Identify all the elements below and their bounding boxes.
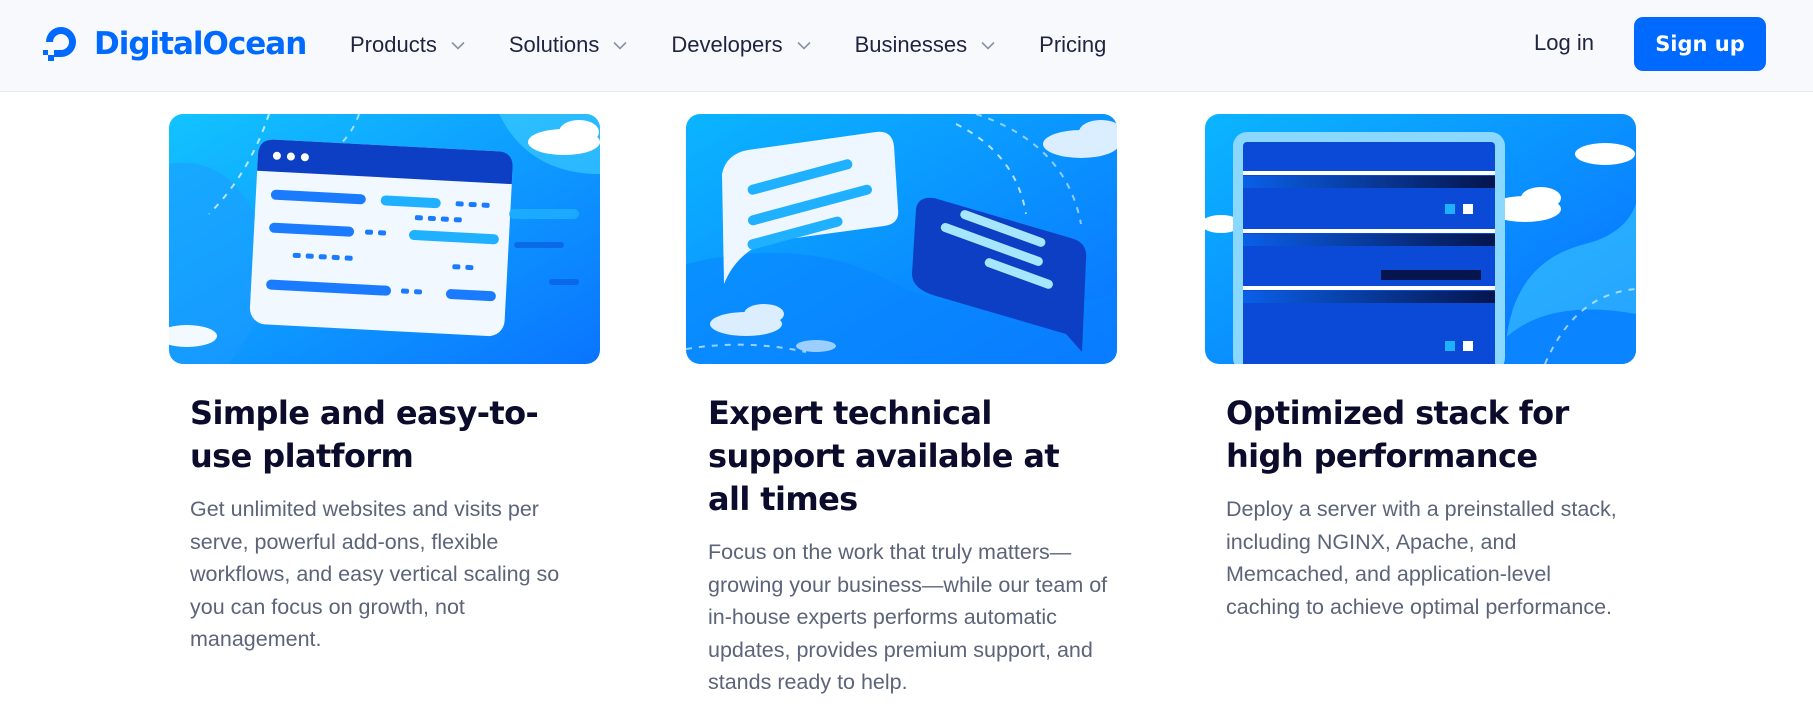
nav-item-label: Pricing: [1039, 32, 1107, 57]
brand-name: DigitalOcean: [94, 26, 307, 62]
feature-illustration-browser-window: [169, 114, 600, 364]
feature-illustration-server-rack: [1205, 114, 1636, 364]
chevron-down-icon: [451, 41, 465, 50]
chevron-down-icon: [613, 41, 627, 50]
chevron-down-icon: [981, 41, 995, 50]
feature-description-platform: Get unlimited websites and visits per se…: [190, 497, 560, 651]
feature-title-support: Expert technical support available at al…: [708, 394, 1060, 518]
feature-title-performance: Optimized stack for high performance: [1226, 394, 1569, 475]
nav-item-solutions[interactable]: Solutions: [509, 32, 628, 58]
digitalocean-logo-icon: [43, 27, 76, 61]
feature-illustration-chat-bubbles: [686, 114, 1117, 364]
nav-item-label: Solutions: [508, 32, 600, 57]
brand-logo[interactable]: DigitalOcean: [38, 20, 307, 68]
top-navbar: DigitalOcean Products Solutions Develope…: [0, 0, 1813, 92]
feature-title-platform: Simple and easy-to-use platform: [190, 394, 539, 475]
nav-item-businesses[interactable]: Businesses: [855, 32, 996, 58]
nav-item-label: Developers: [671, 32, 783, 57]
nav-item-developers[interactable]: Developers: [671, 32, 811, 58]
main-nav: Products Solutions Developers Businesses…: [350, 0, 1150, 90]
nav-item-label: Businesses: [854, 32, 968, 57]
chevron-down-icon: [797, 41, 811, 50]
signup-button[interactable]: Sign up: [1634, 17, 1766, 71]
nav-item-products[interactable]: Products: [350, 32, 465, 58]
feature-description-support: Focus on the work that truly matters—gro…: [708, 540, 1108, 694]
nav-item-pricing[interactable]: Pricing: [1039, 32, 1106, 58]
feature-description-performance: Deploy a server with a preinstalled stac…: [1226, 497, 1617, 619]
nav-item-label: Products: [350, 32, 437, 57]
login-link[interactable]: Log in: [1534, 30, 1594, 56]
